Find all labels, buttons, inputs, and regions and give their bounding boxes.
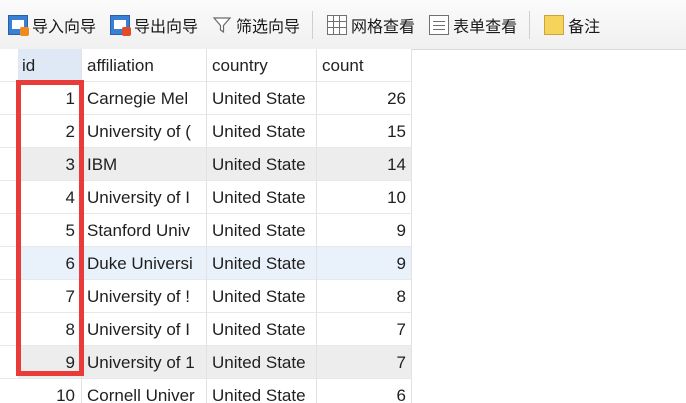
export-wizard-label: 导出向导	[134, 18, 199, 36]
cell-id[interactable]: 8	[18, 313, 82, 346]
form-view-button[interactable]: 表单查看	[421, 8, 523, 42]
grid-view-label: 网格查看	[351, 18, 416, 36]
import-icon	[8, 14, 29, 36]
export-wizard-button[interactable]: 导出向导	[102, 8, 204, 42]
column-header-count[interactable]: count	[317, 49, 412, 82]
cell-count[interactable]: 26	[317, 82, 412, 115]
cell-affiliation[interactable]: IBM	[82, 148, 207, 181]
import-wizard-label: 导入向导	[32, 18, 97, 36]
note-button[interactable]: 备注	[536, 8, 606, 42]
table-row[interactable]: 2 University of (United State 15	[0, 115, 686, 148]
toolbar-divider	[529, 10, 531, 39]
table-row[interactable]: 7 University of ! United State 8	[0, 280, 686, 313]
cell-country[interactable]: United State	[207, 247, 317, 280]
cell-affiliation[interactable]: Carnegie Mel	[82, 82, 207, 115]
cell-affiliation[interactable]: Duke Universi	[82, 247, 207, 280]
cell-country[interactable]: United State	[207, 115, 317, 148]
row-indicator	[0, 181, 18, 214]
cell-affiliation[interactable]: Cornell Univer	[82, 379, 207, 403]
table-row[interactable]: 4 University of I United State 10	[0, 181, 686, 214]
cell-country[interactable]: United State	[207, 214, 317, 247]
cell-count[interactable]: 10	[317, 181, 412, 214]
header-row: id affiliation country count	[0, 49, 686, 82]
cell-affiliation[interactable]: Stanford Univ	[82, 214, 207, 247]
table-row[interactable]: 3 IBM United State 14	[0, 148, 686, 181]
cell-id[interactable]: 10	[18, 379, 82, 403]
cell-id[interactable]: 3	[18, 148, 82, 181]
row-indicator	[0, 214, 18, 247]
row-indicator-header	[0, 49, 18, 82]
row-indicator	[0, 115, 18, 148]
cell-country[interactable]: United State	[207, 181, 317, 214]
cell-country[interactable]: United State	[207, 379, 317, 403]
toolbar: 导入向导 导出向导 筛选向导 网格查看 表单查看 备注	[0, 0, 686, 50]
import-wizard-button[interactable]: 导入向导	[0, 8, 102, 42]
toolbar-divider	[312, 10, 314, 39]
table-row[interactable]: 10 Cornell Univer United State 6	[0, 379, 686, 403]
row-indicator	[0, 148, 18, 181]
table-row[interactable]: 6 Duke Universi United State 9	[0, 247, 686, 280]
cell-affiliation[interactable]: University of I	[82, 181, 207, 214]
cell-id[interactable]: 9	[18, 346, 82, 379]
form-view-label: 表单查看	[453, 18, 518, 36]
cell-country[interactable]: United State	[207, 148, 317, 181]
row-indicator	[0, 379, 18, 403]
row-indicator	[0, 346, 18, 379]
form-icon	[429, 14, 450, 35]
cell-id[interactable]: 7	[18, 280, 82, 313]
table-row[interactable]: 9 University of 1 United State 7	[0, 346, 686, 379]
cell-id[interactable]: 2	[18, 115, 82, 148]
cell-count[interactable]: 6	[317, 379, 412, 403]
filter-icon	[212, 15, 232, 35]
cell-affiliation[interactable]: University of I	[82, 313, 207, 346]
cell-id[interactable]: 4	[18, 181, 82, 214]
row-indicator	[0, 313, 18, 346]
cell-count[interactable]: 8	[317, 280, 412, 313]
cell-affiliation[interactable]: University of 1	[82, 346, 207, 379]
export-icon	[110, 14, 132, 36]
cell-count[interactable]: 7	[317, 313, 412, 346]
cell-id[interactable]: 1	[18, 82, 82, 115]
cell-affiliation[interactable]: University of (	[82, 115, 207, 148]
cell-count[interactable]: 14	[317, 148, 412, 181]
row-indicator	[0, 280, 18, 313]
data-grid: id affiliation country count 1 Carnegie M…	[0, 49, 686, 403]
column-header-country[interactable]: country	[207, 49, 317, 82]
cell-id[interactable]: 5	[18, 214, 82, 247]
cell-country[interactable]: United State	[207, 280, 317, 313]
filter-wizard-button[interactable]: 筛选向导	[204, 8, 306, 42]
cell-country[interactable]: United State	[207, 346, 317, 379]
cell-id[interactable]: 6	[18, 247, 82, 280]
cell-count[interactable]: 9	[317, 214, 412, 247]
cell-count[interactable]: 9	[317, 247, 412, 280]
row-indicator	[0, 82, 18, 115]
grid-icon	[327, 14, 348, 35]
grid-view-button[interactable]: 网格查看	[319, 8, 421, 42]
column-header-id[interactable]: id	[18, 49, 82, 82]
table-row[interactable]: 5 Stanford Univ United State 9	[0, 214, 686, 247]
table-row[interactable]: 8 University of I United State 7	[0, 313, 686, 346]
cell-affiliation[interactable]: University of !	[82, 280, 207, 313]
column-header-affiliation[interactable]: affiliation	[82, 49, 207, 82]
cell-country[interactable]: United State	[207, 313, 317, 346]
cell-count[interactable]: 7	[317, 346, 412, 379]
cell-count[interactable]: 15	[317, 115, 412, 148]
cell-country[interactable]: United State	[207, 82, 317, 115]
row-indicator	[0, 247, 18, 280]
table-row[interactable]: 1 Carnegie Mel United State 26	[0, 82, 686, 115]
note-label: 备注	[568, 18, 601, 36]
filter-wizard-label: 筛选向导	[236, 18, 301, 36]
note-icon	[544, 14, 565, 35]
